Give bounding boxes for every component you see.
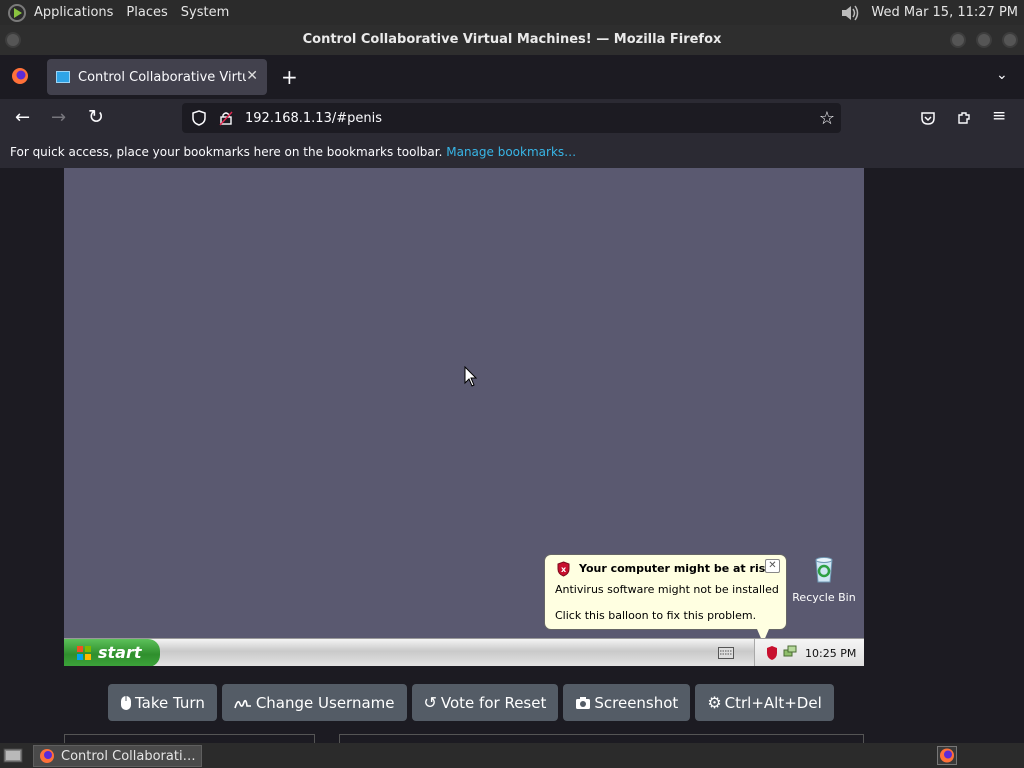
change-username-button[interactable]: Change Username bbox=[221, 684, 407, 721]
user-list-panel bbox=[64, 734, 315, 743]
pocket-icon[interactable] bbox=[920, 110, 936, 126]
mouse-pointer-icon bbox=[464, 366, 478, 387]
window-menu-icon[interactable] bbox=[5, 32, 21, 48]
windows-flag-icon bbox=[77, 646, 91, 660]
tray-firefox-icon[interactable] bbox=[937, 746, 957, 765]
start-label: start bbox=[98, 643, 142, 662]
shield-icon[interactable] bbox=[191, 110, 207, 126]
recycle-bin-icon bbox=[815, 557, 833, 583]
forward-icon[interactable]: → bbox=[51, 109, 66, 127]
bottom-panel: Control Collaborati… bbox=[0, 743, 1024, 768]
monitor-icon bbox=[56, 71, 70, 83]
vm-screen[interactable]: Recycle Bin x Your computer might be at … bbox=[64, 168, 864, 666]
tab-title: Control Collaborative Virtua bbox=[78, 69, 246, 85]
volume-icon[interactable] bbox=[839, 3, 861, 23]
taskbar-window-label: Control Collaborati… bbox=[61, 748, 196, 764]
system-menu[interactable]: System bbox=[181, 5, 235, 20]
navigation-bar: ← → ↻ 192.168.1.13/#penis ☆ ≡ bbox=[0, 99, 1024, 137]
taskbar-firefox-window[interactable]: Control Collaborati… bbox=[33, 745, 202, 767]
page-info-icon[interactable] bbox=[218, 110, 234, 126]
balloon-line-2: Click this balloon to fix this problem. bbox=[555, 609, 757, 622]
vm-taskbar: start 10:25 PM bbox=[64, 638, 864, 666]
keyboard-icon[interactable] bbox=[718, 647, 734, 659]
system-tray: 10:25 PM bbox=[754, 639, 864, 666]
taskbar-firefox-icon bbox=[40, 749, 54, 763]
window-title: Control Collaborative Virtual Machines! … bbox=[302, 32, 722, 47]
bookmark-star-icon[interactable]: ☆ bbox=[819, 108, 835, 129]
tray-clock[interactable]: 10:25 PM bbox=[805, 647, 856, 660]
places-menu[interactable]: Places bbox=[126, 5, 173, 20]
take-turn-button[interactable]: Take Turn bbox=[108, 684, 217, 721]
reload-icon[interactable]: ↻ bbox=[88, 108, 104, 127]
top-panel: Applications Places System Wed Mar 15, 1… bbox=[0, 0, 1024, 25]
camera-icon bbox=[576, 696, 591, 709]
show-desktop-icon[interactable] bbox=[3, 747, 23, 764]
gear-icon: ⚙ bbox=[707, 693, 722, 712]
maximize-icon[interactable] bbox=[976, 32, 992, 48]
screenshot-button[interactable]: Screenshot bbox=[563, 684, 691, 721]
bookmarks-toolbar: For quick access, place your bookmarks h… bbox=[0, 137, 1024, 168]
tray-security-icon[interactable] bbox=[765, 645, 779, 661]
firefox-icon[interactable] bbox=[11, 67, 29, 85]
minimize-icon[interactable] bbox=[950, 32, 966, 48]
balloon-title: Your computer might be at risk bbox=[579, 562, 773, 575]
url-bar[interactable]: 192.168.1.13/#penis ☆ bbox=[182, 103, 841, 133]
menu-hamburger-icon[interactable]: ≡ bbox=[992, 108, 1006, 125]
recycle-bin[interactable]: Recycle Bin bbox=[792, 554, 856, 604]
recycle-bin-label: Recycle Bin bbox=[792, 591, 856, 604]
screenshot-label: Screenshot bbox=[594, 693, 679, 712]
close-window-icon[interactable] bbox=[1002, 32, 1018, 48]
start-button[interactable]: start bbox=[64, 639, 160, 666]
balloon-line-1: Antivirus software might not be installe… bbox=[555, 583, 779, 596]
tab-bar: Control Collaborative Virtua ✕ + ⌄ bbox=[0, 55, 1024, 99]
ctrl-alt-del-label: Ctrl+Alt+Del bbox=[724, 693, 822, 712]
vote-reset-button[interactable]: ↺ Vote for Reset bbox=[411, 684, 559, 721]
list-tabs-chevron-icon[interactable]: ⌄ bbox=[996, 68, 1008, 82]
bookmarks-hint: For quick access, place your bookmarks h… bbox=[10, 145, 443, 159]
vote-reset-label: Vote for Reset bbox=[440, 693, 547, 712]
tray-network-icon[interactable] bbox=[783, 645, 797, 659]
browser-tab[interactable]: Control Collaborative Virtua ✕ bbox=[47, 59, 267, 95]
signature-icon bbox=[234, 699, 251, 708]
ctrl-alt-del-button[interactable]: ⚙ Ctrl+Alt+Del bbox=[695, 684, 834, 721]
window-titlebar: Control Collaborative Virtual Machines! … bbox=[0, 25, 1024, 55]
page-content: Recycle Bin x Your computer might be at … bbox=[0, 168, 1024, 743]
url-text[interactable]: 192.168.1.13/#penis bbox=[245, 111, 382, 126]
manage-bookmarks-link[interactable]: Manage bookmarks… bbox=[446, 145, 576, 159]
new-tab-icon[interactable]: + bbox=[281, 67, 298, 87]
applications-menu[interactable]: Applications bbox=[34, 5, 119, 20]
tab-close-icon[interactable]: ✕ bbox=[246, 68, 258, 84]
security-shield-icon: x bbox=[557, 561, 570, 577]
undo-icon: ↺ bbox=[423, 693, 437, 712]
chat-panel bbox=[339, 734, 864, 743]
security-balloon[interactable]: x Your computer might be at risk ✕ Antiv… bbox=[544, 554, 787, 643]
vm-controls: Take Turn Change Username ↺ Vote for Res… bbox=[108, 684, 834, 721]
distro-logo-icon[interactable] bbox=[7, 3, 27, 23]
extensions-icon[interactable] bbox=[956, 110, 972, 126]
panel-clock[interactable]: Wed Mar 15, 11:27 PM bbox=[871, 5, 1018, 20]
mouse-icon bbox=[121, 695, 131, 710]
svg-text:x: x bbox=[561, 565, 567, 574]
balloon-close-icon[interactable]: ✕ bbox=[765, 559, 780, 573]
take-turn-label: Take Turn bbox=[135, 693, 205, 712]
change-username-label: Change Username bbox=[255, 693, 395, 712]
back-icon[interactable]: ← bbox=[15, 109, 30, 127]
